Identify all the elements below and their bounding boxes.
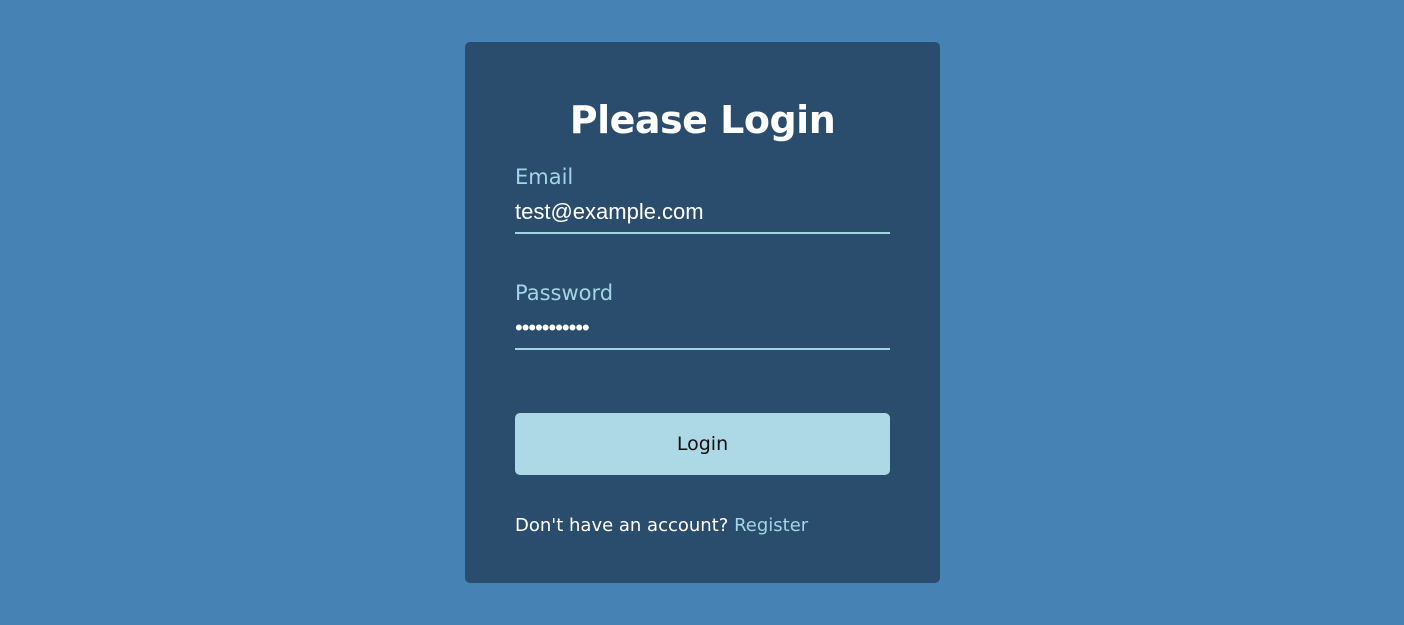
email-field[interactable] xyxy=(515,192,890,234)
register-prompt-text: Don't have an account? xyxy=(515,515,729,536)
register-prompt: Don't have an account? Register xyxy=(515,512,808,540)
register-link[interactable]: Register xyxy=(734,515,808,536)
email-label: Email xyxy=(515,165,574,189)
password-label: Password xyxy=(515,281,614,305)
password-field[interactable] xyxy=(515,308,890,350)
page-title: Please Login xyxy=(569,98,836,142)
login-button[interactable]: Login xyxy=(515,413,890,475)
